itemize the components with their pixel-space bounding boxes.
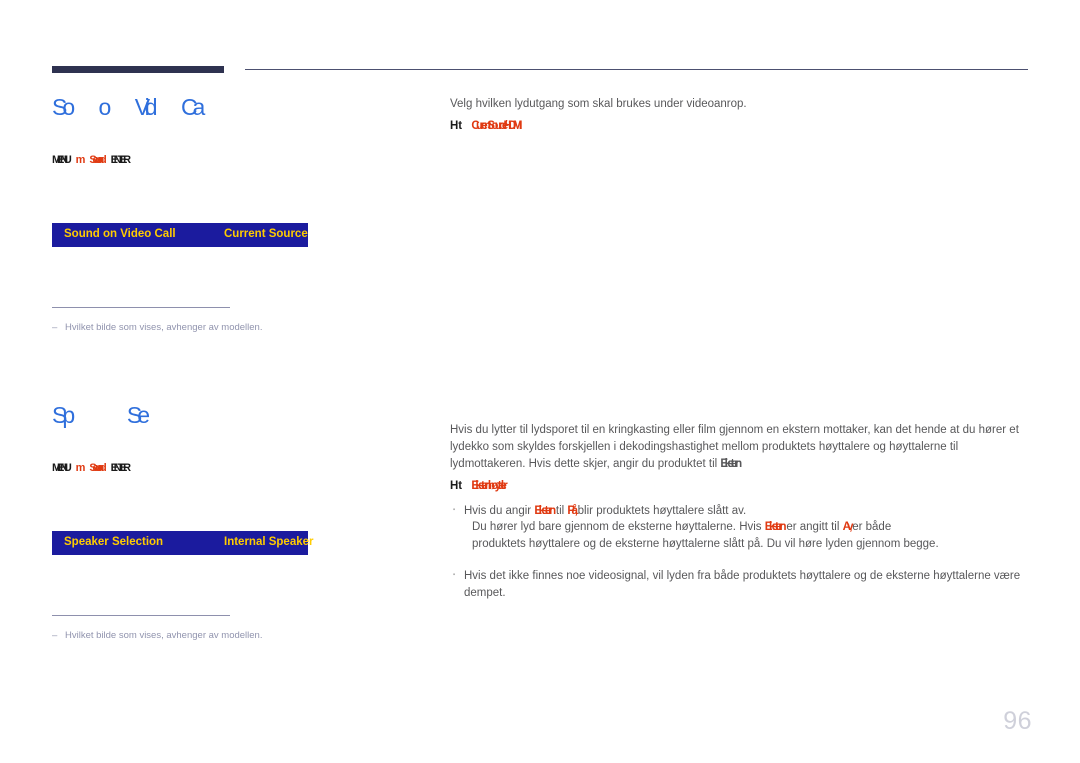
footnote-item-1: Hvilket bilde som vises, avhenger av mod…	[52, 321, 422, 334]
hint-gap-1	[462, 120, 471, 132]
section-title-part-a: So	[52, 94, 75, 120]
osd-item-label-2: Speaker Selection	[64, 536, 164, 548]
footnote-item-2: Hvilket bilde som vises, avhenger av mod…	[52, 629, 422, 642]
description-speaker-selection: Hvis du lytter til lydsporet til en krin…	[450, 422, 1028, 473]
hint-value-1: Current Source / HDMI	[471, 119, 522, 132]
section-title2-spacer-b	[99, 402, 127, 428]
page-number: 96	[1003, 707, 1032, 735]
section-title-speaker-selection: Sp Se	[52, 400, 422, 430]
breadcrumb-enter-label: ENTER	[110, 154, 132, 166]
header-rule	[52, 66, 1028, 76]
hint-speaker-selection: Ht Ekstern høyttaler	[450, 479, 1030, 494]
bullet-1-sub1-mid: er angitt til	[783, 521, 843, 533]
bullet-1-sub-line-1: Du hører lyd bare gjennom de eksterne hø…	[464, 519, 1030, 536]
hint-prefix-1: Ht	[450, 119, 463, 132]
description-speaker-accent: Ekstern	[720, 457, 742, 470]
hint-sound-on-video-call: Ht Current Source / HDMI	[450, 119, 1030, 134]
section-title-spacer-a	[70, 94, 98, 120]
header-rule-thin	[245, 69, 1028, 70]
breadcrumb2-gap-1	[68, 462, 76, 474]
section-title2-part-b: Se	[126, 402, 150, 428]
section-title-spacer-c	[153, 94, 181, 120]
osd-item-value: Current Source	[224, 228, 308, 240]
list-item: Hvis det ikke finnes noe videosignal, vi…	[450, 567, 1030, 601]
breadcrumb2-path-label: Sound	[89, 462, 106, 474]
breadcrumb2-gap-3	[103, 462, 111, 474]
bullet-list-speaker-selection: Hvis du angir Ekstern til På, blir produ…	[450, 502, 1030, 602]
breadcrumb-speaker-selection: MENU m Sound ENTER	[52, 461, 422, 475]
bullet-1-pre: Hvis du angir	[464, 504, 535, 517]
footnote-block-1: Hvilket bilde som vises, avhenger av mod…	[52, 307, 422, 334]
bullet-1-post: blir produktets høyttalere slått av.	[574, 504, 747, 517]
breadcrumb-menu-label: MENU	[52, 154, 72, 166]
description-sound-on-video-call: Velg hvilken lydutgang som skal brukes u…	[450, 98, 747, 110]
breadcrumb-path-label: Sound	[89, 154, 106, 166]
bullet-1-sub1-pre: Du hører lyd bare gjennom de eksterne hø…	[472, 521, 765, 533]
hint-gap-2	[462, 480, 471, 492]
left-column: So o Vid Ca MENU m Sound ENTER Sound on …	[52, 92, 422, 642]
right-section-speaker-selection: Hvis du lytter til lydsporet til en krin…	[450, 422, 1030, 602]
section-speaker-selection: Sp Se MENU m Sound ENTER Speaker Selecti…	[52, 400, 422, 642]
list-item: Hvis du angir Ekstern til På, blir produ…	[450, 502, 1030, 553]
hint-prefix-2: Ht	[450, 479, 463, 492]
bullet-1-sub1-red-1: Ekstern	[764, 521, 787, 533]
section-title-part-c: Ca	[180, 94, 206, 120]
section-title-part-b: Vid	[134, 94, 158, 120]
section-title2-spacer-a	[70, 402, 98, 428]
bullet-1-sub-line-2: produktets høyttalere og de eksterne høy…	[472, 537, 939, 550]
breadcrumb-gap-3	[103, 154, 111, 166]
breadcrumb2-enter-label: ENTER	[110, 462, 132, 474]
hint-value-2: Ekstern høyttaler	[471, 479, 507, 492]
osd-menu-bar-sound-on-video-call[interactable]: Sound on Video Call Current Source	[52, 223, 308, 247]
breadcrumb-sound-on-video-call: MENU m Sound ENTER	[52, 153, 422, 167]
right-column: Velg hvilken lydutgang som skal brukes u…	[450, 96, 1030, 610]
osd-item-label: Sound on Video Call	[64, 228, 176, 240]
bullet-1-mid: til	[552, 504, 568, 517]
footnote-rule-2	[52, 615, 230, 616]
section-title-spacer-b	[106, 94, 134, 120]
bullet-1-sub1-post: er både	[849, 521, 892, 533]
footnote-block-2: Hvilket bilde som vises, avhenger av mod…	[52, 615, 422, 642]
osd-menu-bar-speaker-selection[interactable]: Speaker Selection Internal Speaker	[52, 531, 313, 555]
osd-item-value-2: Internal Speaker	[224, 536, 314, 548]
breadcrumb-gap-1	[68, 154, 76, 166]
footnote-rule-1	[52, 307, 230, 308]
header-rule-thick	[52, 66, 224, 73]
breadcrumb2-menu-label: MENU	[52, 462, 72, 474]
section-title-sound-on-video-call: So o Vid Ca	[52, 92, 422, 122]
bullet-1-red-1: Ekstern	[534, 504, 556, 517]
section-title2-part-a: Sp	[52, 402, 75, 428]
section-sound-on-video-call: So o Vid Ca MENU m Sound ENTER Sound on …	[52, 92, 422, 334]
bullet-2-text: Hvis det ikke finnes noe videosignal, vi…	[464, 570, 1021, 599]
